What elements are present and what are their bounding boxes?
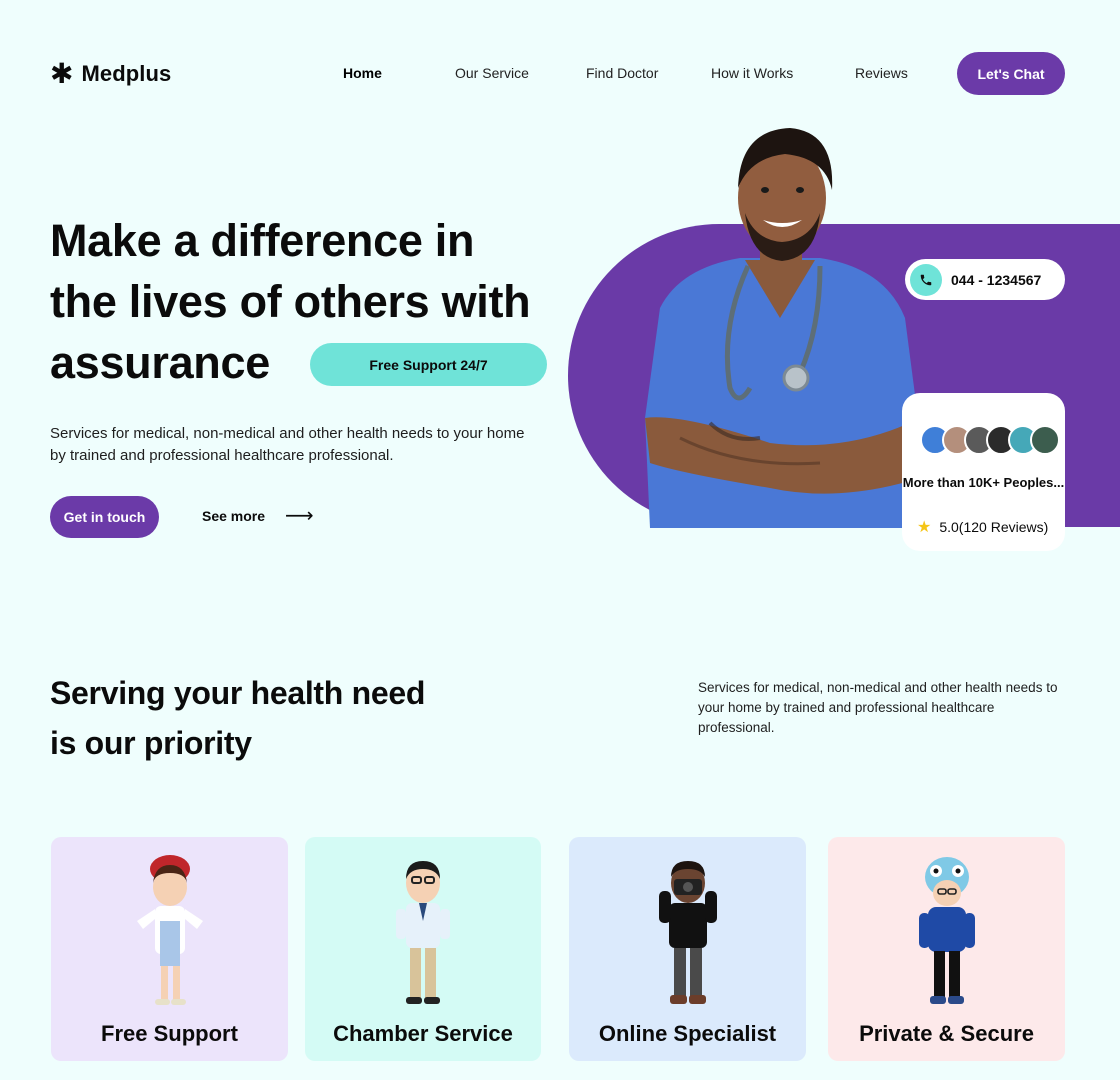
see-more-link[interactable]: See more ⟶ [202,506,314,526]
phone-contact-pill[interactable]: 044 - 1234567 [905,259,1065,300]
service-card-private-secure[interactable]: Private & Secure [828,837,1065,1061]
section-title-line: Serving your health need [50,675,426,711]
hero-title-line: the lives of others with [50,276,531,327]
hooded-avatar [918,857,975,1004]
service-card-chamber-service[interactable]: Chamber Service [305,837,541,1061]
brand-name: Medplus [81,61,172,86]
get-in-touch-button[interactable]: Get in touch [50,496,159,538]
lets-chat-button[interactable]: Let's Chat [957,52,1065,95]
review-title: More than 10K+ Peoples... [902,475,1065,490]
nav-item-home[interactable]: Home [343,65,382,81]
card-title: Private & Secure [859,1021,1034,1046]
card-title: Free Support [101,1021,238,1046]
top-navigation: ✱ Medplus Home Our Service Find Doctor H… [0,0,1120,146]
doctor-avatar-female [136,855,203,1005]
doctor-image [645,128,920,528]
nav-item-how-it-works[interactable]: How it Works [711,65,793,81]
rating-text: 5.0(120 Reviews) [939,519,1049,535]
hero-title-line: Make a difference in [50,215,475,266]
hero-description: Services for medical, non-medical and ot… [50,425,525,464]
support-badge: Free Support 24/7 [310,343,547,386]
arrow-right-icon: ⟶ [285,505,314,527]
star-icon: ★ [917,519,932,536]
nav-item-our-service[interactable]: Our Service [455,65,529,81]
section-title-line: is our priority [50,725,252,761]
avatar [1030,425,1060,455]
avatar-group [920,425,1060,455]
asterisk-icon: ✱ [50,58,74,89]
review-card: More than 10K+ Peoples... ★ 5.0(120 Revi… [902,393,1065,551]
card-title: Online Specialist [598,1021,777,1046]
section-title: Serving your health need is our priority [50,668,550,768]
service-card-free-support[interactable]: Free Support [51,837,288,1061]
photographer-avatar [658,861,717,1004]
nav-item-find-doctor[interactable]: Find Doctor [586,65,658,81]
service-card-online-specialist[interactable]: Online Specialist [569,837,806,1061]
nav-item-reviews[interactable]: Reviews [855,65,908,81]
section-description: Services for medical, non-medical and ot… [698,680,1058,735]
doctor-avatar-male [396,861,450,1004]
see-more-label: See more [202,508,266,524]
phone-icon [910,263,942,296]
brand-logo[interactable]: ✱ Medplus [50,60,171,88]
phone-number: 044 - 1234567 [951,271,1042,288]
card-title: Chamber Service [333,1021,513,1046]
rating: ★ 5.0(120 Reviews) [917,517,1048,537]
